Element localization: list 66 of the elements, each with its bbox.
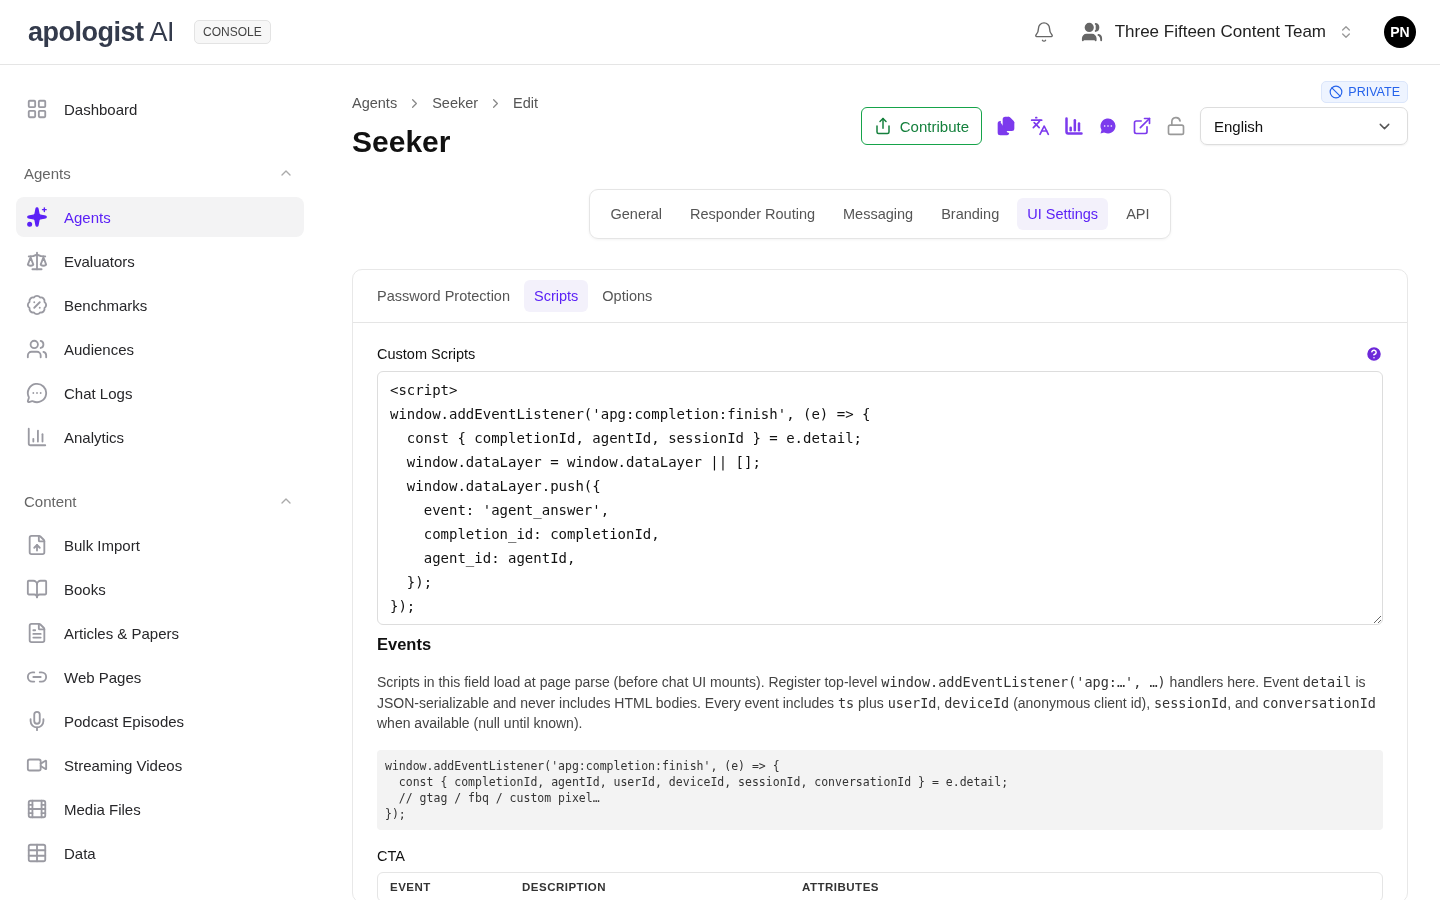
- people-icon: [1080, 21, 1103, 43]
- sidebar-item[interactable]: Media Files: [16, 789, 304, 829]
- scale-icon: [26, 250, 48, 272]
- translate-icon[interactable]: [1030, 116, 1050, 136]
- bar-chart-icon[interactable]: [1064, 116, 1084, 136]
- sidebar-item[interactable]: Web Pages: [16, 657, 304, 697]
- contribute-button[interactable]: Contribute: [860, 107, 982, 145]
- bar-chart-icon: [26, 426, 48, 448]
- tab[interactable]: General: [600, 198, 673, 230]
- chat-bubble-icon: [26, 382, 48, 404]
- sidebar-section-header[interactable]: Content: [16, 481, 304, 521]
- tab[interactable]: Messaging: [833, 198, 924, 230]
- tab[interactable]: Responder Routing: [680, 198, 826, 230]
- chat-bubble-icon[interactable]: [1098, 116, 1118, 136]
- page-title: Seeker: [352, 125, 452, 159]
- film-icon: [26, 798, 48, 820]
- sidebar-item[interactable]: Audiences: [16, 329, 304, 369]
- sidebar-item[interactable]: Streaming Videos: [16, 745, 304, 785]
- tab[interactable]: API: [1116, 198, 1160, 230]
- description-text: Scripts in this field load at page parse (before chat UI mounts). Register top-level window.addEventListener('apg:…', …) handlers here. Event detail is JSON-serializable and never includes HTML bodies. Every event includes ts plus userId, deviceId (anonymous client id), sessionId, and conversationId when available (null until known).: [377, 673, 1377, 733]
- help-icon[interactable]: [1365, 345, 1383, 363]
- grid-icon: [26, 98, 48, 120]
- sidebar-item[interactable]: Dashboard: [16, 89, 304, 129]
- external-link-icon[interactable]: [1132, 116, 1152, 136]
- sidebar-item[interactable]: Analytics: [16, 417, 304, 457]
- sidebar-item[interactable]: Bulk Import: [16, 525, 304, 565]
- sidebar-item[interactable]: Books: [16, 569, 304, 609]
- breadcrumb-link[interactable]: Agents: [352, 95, 398, 111]
- percent-badge-icon: [26, 294, 48, 316]
- upload-file-icon: [26, 534, 48, 556]
- share-icon: [873, 117, 892, 135]
- code-example: window.addEventListener('apg:completion:finish', (e) => { const { completionId, agentId, userId, deviceId, sessionId, conversationId } = e.detail; // gtag / fbq / custom pixel… });: [377, 749, 1383, 830]
- section-heading: Events: [377, 635, 433, 654]
- book-icon: [26, 578, 48, 600]
- console-badge: CONSOLE: [194, 20, 271, 44]
- sidebar-item[interactable]: Chat Logs: [16, 373, 304, 413]
- people-icon: [26, 338, 48, 360]
- bell-icon[interactable]: [1032, 21, 1055, 43]
- logo: apologist AI: [28, 16, 174, 48]
- sidebar-item[interactable]: Articles & Papers: [16, 613, 304, 653]
- breadcrumb-link[interactable]: Edit: [513, 95, 539, 111]
- breadcrumb-link[interactable]: Seeker: [432, 95, 479, 111]
- tab[interactable]: Scripts: [524, 280, 589, 312]
- sparkles-icon: [26, 206, 48, 228]
- sidebar-item[interactable]: Evaluators: [16, 241, 304, 281]
- sidebar-item[interactable]: Agents: [16, 197, 304, 237]
- tab[interactable]: UI Settings: [1017, 198, 1109, 230]
- prohibited-icon: [1329, 85, 1344, 99]
- team-switcher[interactable]: Three Fifteen Content Team: [1080, 21, 1354, 43]
- table-icon: [26, 842, 48, 864]
- section-heading: CTA: [377, 847, 406, 864]
- tab[interactable]: Branding: [931, 198, 1010, 230]
- language-select[interactable]: English: [1200, 107, 1408, 145]
- sidebar-item[interactable]: Benchmarks: [16, 285, 304, 325]
- avatar[interactable]: PN: [1384, 16, 1416, 48]
- field-label: Custom Scripts: [377, 346, 476, 362]
- sidebar-section-header[interactable]: Agents: [16, 153, 304, 193]
- copy-icon[interactable]: [996, 116, 1016, 136]
- tab[interactable]: Password Protection: [367, 280, 520, 312]
- document-icon: [26, 622, 48, 644]
- code-editor[interactable]: <script> window.addEventListener('apg:completion:finish', (e) => { const { completionId, agentId, sessionId } = e.detail; window.dataLayer = window.dataLayer || []; window.dataLayer.push({ event: 'agent_answer', completion_id: completionId, agent_id: agentId, }); });: [377, 371, 1383, 625]
- unlock-icon[interactable]: [1166, 116, 1186, 136]
- visibility-badge: PRIVATE: [1321, 81, 1408, 103]
- tab[interactable]: Options: [592, 280, 663, 312]
- sidebar-item[interactable]: Data: [16, 833, 304, 873]
- sidebar-item[interactable]: Podcast Episodes: [16, 701, 304, 741]
